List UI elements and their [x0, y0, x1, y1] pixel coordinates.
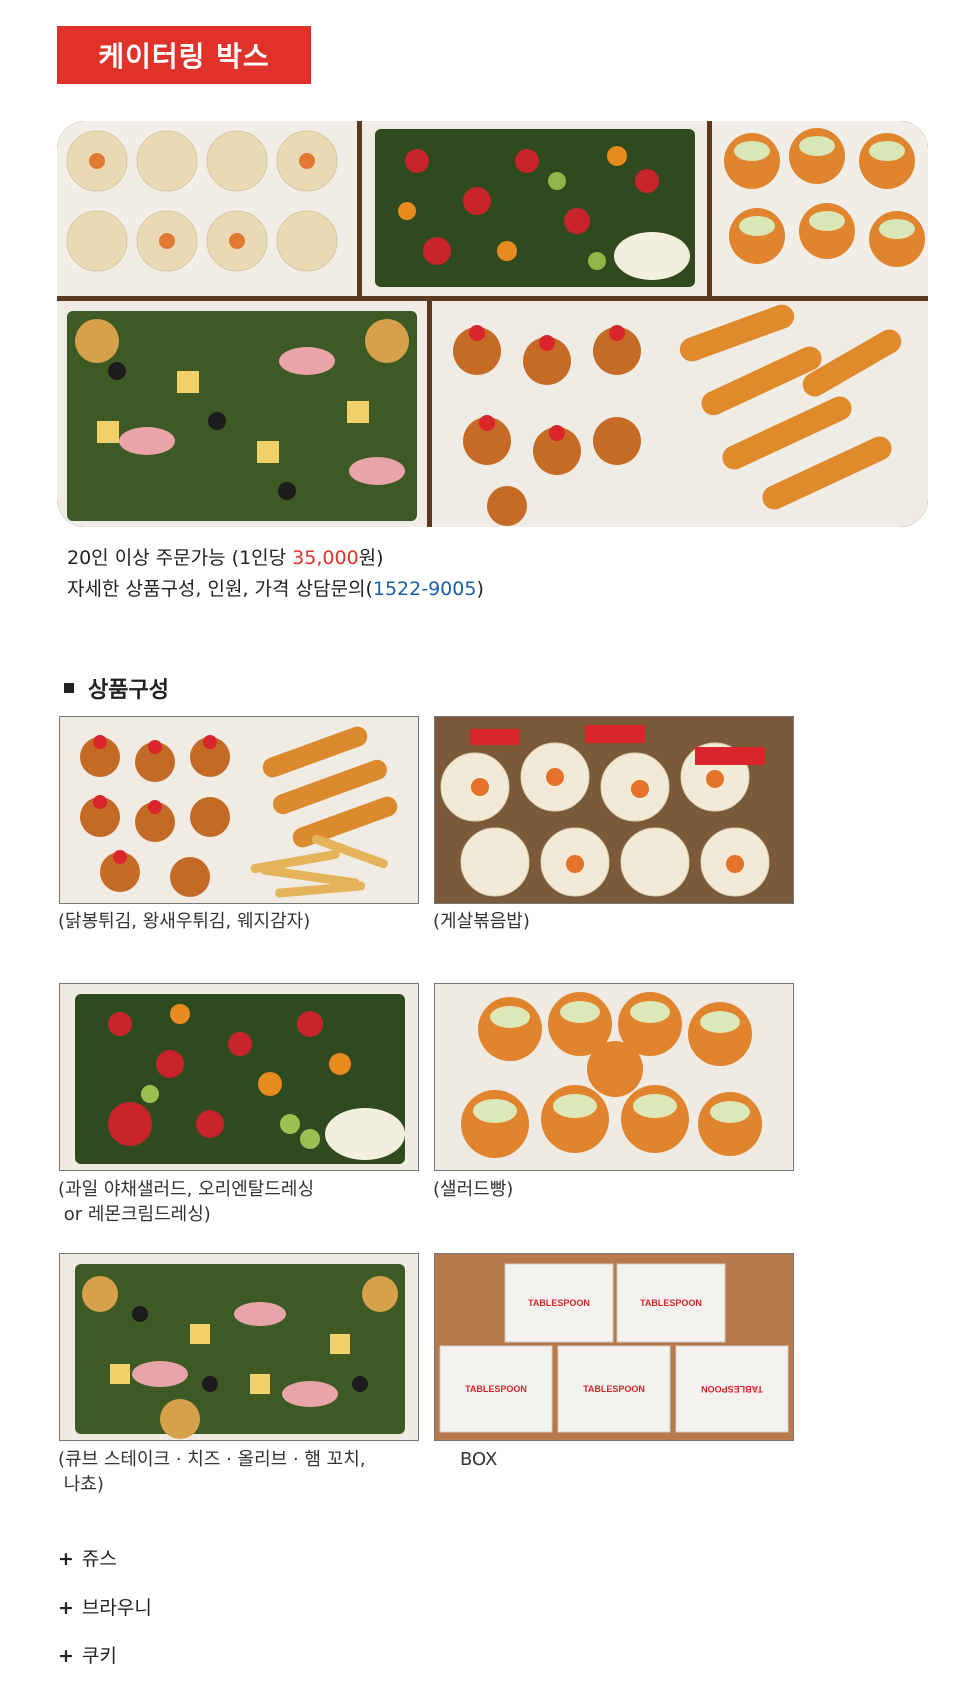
product-photo-salad: [59, 983, 419, 1171]
box-brand-label: TABLESPOON: [583, 1384, 645, 1394]
product-photo-skewers: [59, 1253, 419, 1441]
phone-number[interactable]: 1522-9005: [373, 578, 477, 600]
product-caption: (게살볶음밥): [433, 911, 530, 932]
section-heading-text: 상품구성: [88, 678, 169, 703]
square-bullet-icon: [64, 683, 74, 693]
inquiry-text: 자세한 상품구성, 인원, 가격 상담문의(: [67, 578, 373, 600]
hero-catering-photo: [57, 121, 928, 527]
price-suffix: 원): [358, 547, 384, 569]
product-caption: (과일 야채샐러드, 오리엔탈드레싱 or 레몬크림드레싱): [58, 1179, 315, 1225]
product-caption: (샐러드빵): [433, 1179, 514, 1200]
price-per-person: 35,000: [292, 547, 359, 569]
plus-icon: +: [58, 1597, 74, 1619]
extra-item: + 브라우니: [58, 1593, 152, 1620]
product-photo-fried-rice: [434, 716, 794, 904]
box-brand-label: TABLESPOON: [701, 1384, 763, 1394]
product-caption: BOX: [460, 1449, 498, 1470]
order-minimum-text: 20인 이상 주문가능 (1인당: [67, 547, 293, 569]
inquiry-line: 자세한 상품구성, 인원, 가격 상담문의(1522-9005): [67, 574, 484, 605]
section-heading: 상품구성: [64, 672, 169, 704]
inquiry-suffix: ): [476, 578, 484, 600]
extra-item: + 쥬스: [58, 1544, 117, 1571]
product-photo-box: TABLESPOON TABLESPOON TABLESPOON TABLESP…: [434, 1253, 794, 1441]
box-brand-label: TABLESPOON: [640, 1298, 702, 1308]
product-photo-salad-bread: [434, 983, 794, 1171]
product-caption: (닭봉튀김, 왕새우튀김, 웨지감자): [58, 911, 311, 932]
plus-icon: +: [58, 1645, 74, 1667]
box-brand-label: TABLESPOON: [465, 1384, 527, 1394]
extra-item-label: 브라우니: [81, 1597, 152, 1619]
plus-icon: +: [58, 1548, 74, 1570]
product-photo-fried: [59, 716, 419, 904]
extra-item-label: 쥬스: [81, 1548, 117, 1570]
product-caption: (큐브 스테이크 · 치즈 · 올리브 · 햄 꼬치, 나쵸): [58, 1449, 366, 1495]
order-info: 20인 이상 주문가능 (1인당 35,000원) 자세한 상품구성, 인원, …: [67, 543, 484, 605]
order-minimum-line: 20인 이상 주문가능 (1인당 35,000원): [67, 543, 484, 574]
extra-item: + 쿠키: [58, 1641, 117, 1668]
page-title: 케이터링 박스: [57, 26, 311, 84]
extra-item-label: 쿠키: [81, 1645, 117, 1667]
box-brand-label: TABLESPOON: [528, 1298, 590, 1308]
